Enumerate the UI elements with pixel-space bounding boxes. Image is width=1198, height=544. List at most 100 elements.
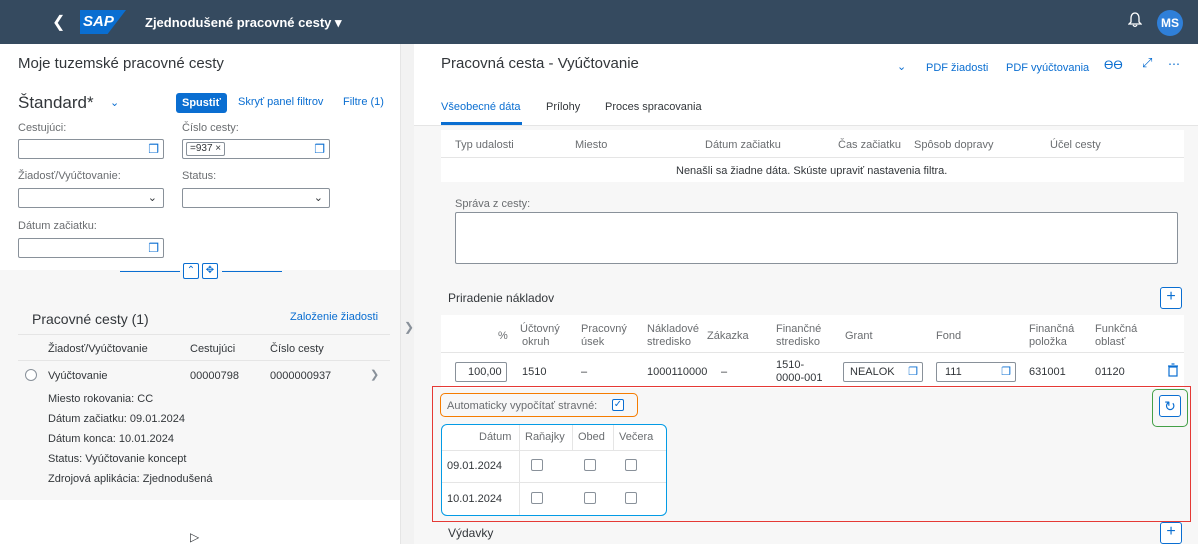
pdf-settlement-button[interactable]: PDF vyúčtovania [1006,62,1089,74]
col-func-area: Funkčná [1095,323,1138,335]
fullscreen-icon[interactable]: ⤢ [1142,55,1152,71]
chevron-down-icon: ⌄ [313,192,323,204]
no-data-text: Nenašli sa žiadne dáta. Skúste upraviť n… [676,165,948,177]
pdf-request-button[interactable]: PDF žiadosti [926,62,988,74]
tab-general[interactable]: Všeobecné dáta [441,101,521,113]
order-value: – [721,366,728,378]
add-expense-button[interactable]: + [1160,522,1182,544]
row-traveler: 00000798 [190,370,239,382]
create-request-link[interactable]: Založenie žiadosti [290,311,378,323]
table-separator [441,157,1184,158]
traveler-input[interactable]: ❐ [18,139,164,159]
variant-chevron-icon[interactable]: ⌄ [110,96,119,109]
trip-token[interactable]: =937 × [186,142,226,156]
app-title[interactable]: Zjednodušené pracovné cesty ▾ [145,15,342,31]
navigation-icon[interactable]: ❯ [370,368,379,381]
variant-title[interactable]: Štandard* [18,93,94,113]
table-separator [441,352,1184,353]
fin-item-value: 631001 [1029,366,1066,378]
tab-process[interactable]: Proces spracovania [605,101,702,113]
col-fin-center: stredisko [776,336,821,348]
value-help-icon[interactable]: ❐ [148,241,159,255]
tab-attachments[interactable]: Prílohy [546,101,580,113]
refresh-meals-button[interactable]: ↻ [1159,395,1181,417]
collapse-header-button[interactable]: ⌃ [183,263,199,279]
request-select[interactable]: ⌄ [18,188,164,208]
status-select[interactable]: ⌄ [182,188,330,208]
cost-assignment-title: Priradenie nákladov [448,291,555,305]
col-breakfast: Raňajky [525,431,565,443]
col-account: Účtovný [520,323,560,335]
tabs-separator [414,125,1198,126]
pct-value: 100,00 [468,366,502,378]
report-textarea[interactable] [455,212,1178,264]
value-help-icon[interactable]: ❐ [314,142,325,156]
status-label: Status: [182,170,217,182]
start-date-label: Dátum začiatku: [18,220,97,232]
grant-input[interactable]: NEALOK ❐ [843,362,923,382]
hide-filters-link[interactable]: Skryť panel filtrov [238,96,323,108]
col-section: úsek [581,336,605,348]
mouse-cursor-icon: ▷ [190,530,200,544]
plus-icon: + [1166,523,1176,540]
add-cost-button[interactable]: + [1160,287,1182,309]
value-help-icon[interactable]: ❐ [148,142,159,156]
table-row[interactable]: Vyúčtovanie 00000798 0000000937 ❯ Miesto… [18,361,390,487]
pin-header-button[interactable]: ✥ [202,263,218,279]
breakfast-checkbox[interactable] [531,459,543,471]
col-account: okruh [522,336,550,348]
chevron-down-icon[interactable]: ⌄ [897,60,906,73]
filters-link[interactable]: Filtre (1) [343,96,384,108]
pct-input[interactable]: 100,00 [455,362,507,382]
section-value: – [581,366,588,378]
expenses-title: Výdavky [448,526,494,540]
avatar[interactable]: MS [1157,10,1183,36]
header-line [222,271,282,272]
object-title: Pracovná cesta - Vyúčtovanie [441,55,639,72]
go-button[interactable]: Spustiť [176,93,227,113]
trip-number-input[interactable]: =937 × ❐ [182,139,330,159]
fin-center-value: 0000-001 [776,372,823,384]
account-value: 1510 [522,366,547,378]
refresh-icon: ↻ [1164,398,1176,414]
row-radio[interactable] [25,369,37,381]
dinner-checkbox[interactable] [625,492,637,504]
value-help-icon[interactable]: ❐ [1001,365,1011,378]
fund-input[interactable]: 111 ❐ [936,362,1016,382]
list-separator [18,334,390,335]
bell-icon[interactable] [1128,12,1142,28]
col-trip: Číslo cesty [270,343,324,355]
dinner-checkbox[interactable] [625,459,637,471]
value-help-icon[interactable]: ❐ [908,365,918,378]
glasses-icon[interactable]: ϴϴ [1104,58,1123,72]
detail-place: Miesto rokovania: CC [48,393,154,405]
delete-icon[interactable] [1167,363,1179,377]
col-divider [572,425,573,451]
func-area-value: 01120 [1095,366,1125,378]
breakfast-checkbox[interactable] [531,492,543,504]
chevron-up-icon: ⌃ [186,265,196,276]
back-icon[interactable]: ❮ [52,12,65,32]
lunch-checkbox[interactable] [584,459,596,471]
page-title: Moje tuzemské pracovné cesty [18,55,224,72]
auto-meals-label: Automaticky vypočítať stravné: [447,400,598,412]
panel-divider[interactable]: ❯ [400,44,414,544]
report-label: Správa z cesty: [455,198,531,210]
col-start-time: Čas začiatku [838,139,901,151]
start-date-input[interactable]: ❐ [18,238,164,258]
expand-right-icon[interactable]: ❯ [404,320,414,334]
lunch-checkbox[interactable] [584,492,596,504]
more-icon[interactable]: ⋯ [1168,57,1180,71]
table-separator [442,482,666,483]
col-pct: % [498,330,508,342]
fin-center-value: 1510- [776,359,805,371]
pin-icon: ✥ [205,265,215,276]
grant-value: NEALOK [850,366,895,378]
col-event-type: Typ udalosti [455,139,514,151]
auto-meals-checkbox[interactable]: ✓ [612,399,624,411]
table-separator [442,450,666,451]
cost-center-value: 1000110000 [647,366,708,378]
header-line [120,271,180,272]
col-traveler: Cestujúci [190,343,236,355]
sap-logo: SAP [80,10,126,34]
